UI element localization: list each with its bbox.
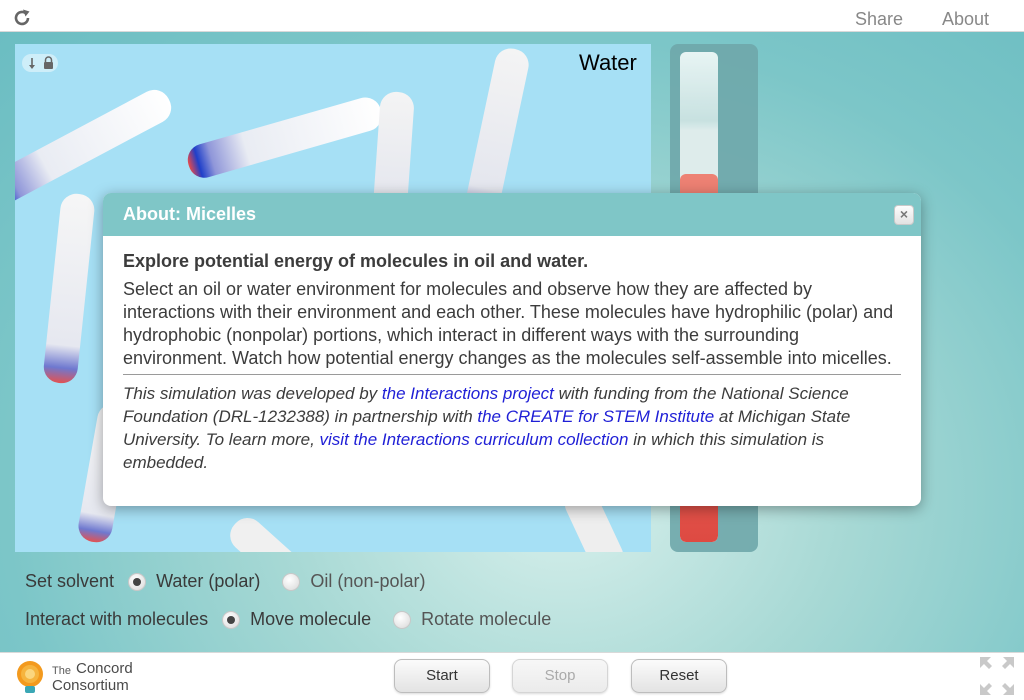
about-dialog: About: Micelles × Explore potential ener… (103, 193, 921, 506)
dialog-description: Select an oil or water environment for m… (123, 279, 894, 368)
stop-button[interactable]: Stop (512, 659, 608, 693)
footer-bar: The Concord Consortium Start Stop Reset (0, 652, 1024, 700)
molecule (187, 97, 382, 178)
solvent-water-radio[interactable]: Water (polar) (128, 571, 260, 592)
radio-dot[interactable] (222, 610, 241, 629)
dialog-credit: This simulation was developed by the Int… (123, 382, 903, 474)
rotate-molecule-radio[interactable]: Rotate molecule (393, 609, 551, 630)
radio-label: Water (polar) (156, 571, 261, 591)
radio-label: Rotate molecule (421, 609, 552, 629)
radio-dot[interactable] (282, 572, 301, 591)
curriculum-collection-link[interactable]: visit the Interactions curriculum collec… (320, 430, 629, 449)
solvent-label: Set solvent (25, 571, 115, 591)
molecule (15, 89, 172, 203)
lock-icon (44, 56, 53, 69)
concord-logo[interactable]: The Concord Consortium (12, 657, 152, 697)
radio-dot[interactable] (393, 610, 412, 629)
reload-icon[interactable] (12, 8, 32, 28)
about-link[interactable]: About (942, 9, 989, 30)
share-link[interactable]: Share (855, 9, 903, 30)
radio-label: Oil (non-polar) (310, 571, 426, 591)
solvent-controls: Set solvent Water (polar) Oil (non-polar… (25, 571, 447, 592)
radio-dot[interactable] (128, 572, 147, 591)
environment-label: Water (579, 50, 637, 75)
reset-button[interactable]: Reset (631, 659, 727, 693)
dialog-heading: Explore potential energy of molecules in… (123, 251, 589, 271)
radio-label: Move molecule (250, 609, 372, 629)
arrow-down-icon (29, 58, 35, 69)
logo-text-the: The (52, 665, 71, 677)
divider (123, 374, 901, 375)
dialog-title: About: Micelles (123, 204, 257, 224)
start-button[interactable]: Start (394, 659, 490, 693)
credit-text: This simulation was developed by (123, 384, 382, 403)
solvent-oil-radio[interactable]: Oil (non-polar) (282, 571, 425, 592)
molecule (230, 517, 329, 552)
lightbulb-icon (17, 661, 43, 693)
dialog-body: Explore potential energy of molecules in… (123, 249, 903, 474)
create-for-stem-link[interactable]: the CREATE for STEM Institute (477, 407, 714, 426)
viewport-tools[interactable] (22, 54, 58, 72)
interactions-project-link[interactable]: the Interactions project (382, 384, 554, 403)
logo-text-consortium: Consortium (52, 677, 129, 694)
fullscreen-icon[interactable] (980, 657, 1014, 695)
molecule (43, 193, 95, 384)
close-icon[interactable]: × (894, 205, 914, 225)
move-molecule-radio[interactable]: Move molecule (222, 609, 371, 630)
logo-text-concord: Concord (76, 660, 133, 677)
interact-controls: Interact with molecules Move molecule Ro… (25, 609, 573, 630)
interact-label: Interact with molecules (25, 609, 209, 629)
dialog-header: About: Micelles × (103, 193, 921, 236)
top-bar: Share About (0, 0, 1024, 32)
